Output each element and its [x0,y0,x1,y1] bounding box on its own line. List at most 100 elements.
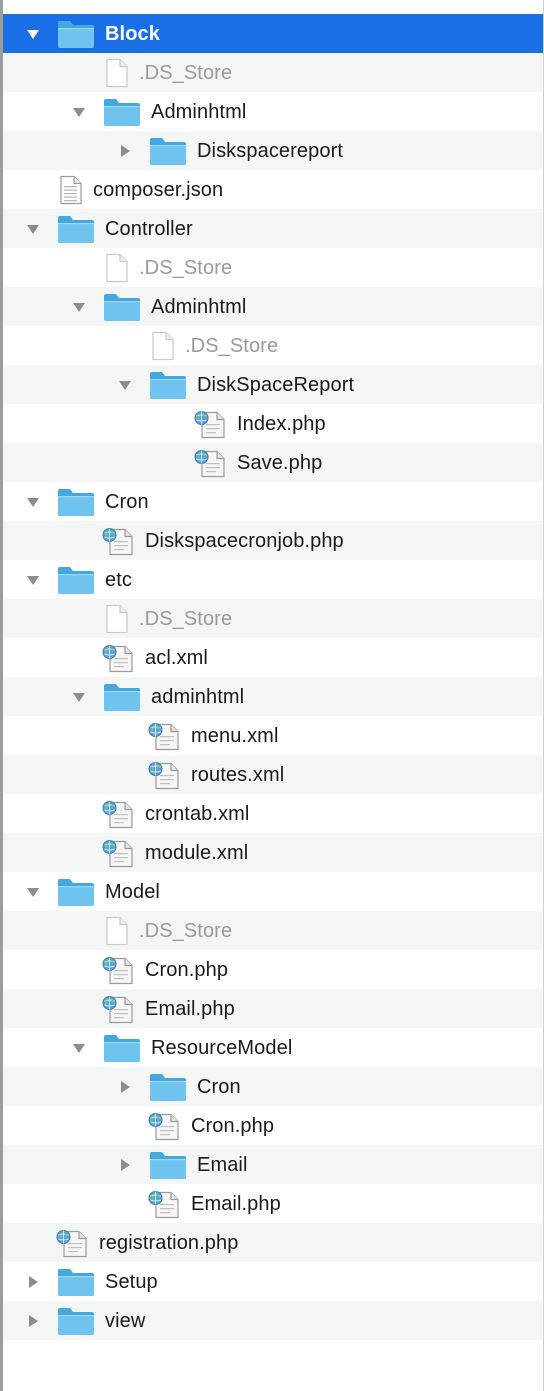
tree-row-file[interactable]: .DS_Store [3,911,543,950]
tree-row-folder[interactable]: Cron [3,1067,543,1106]
tree-row-folder[interactable]: Block [3,14,543,53]
disclosure-open-icon[interactable] [25,26,41,42]
disclosure-closed-icon[interactable] [25,1274,41,1290]
tree-row-file[interactable]: .DS_Store [3,326,543,365]
folder-icon [103,682,141,712]
tree-row-folder[interactable]: Adminhtml [3,287,543,326]
tree-row-folder[interactable]: etc [3,560,543,599]
disclosure-open-icon[interactable] [25,221,41,237]
folder-icon [149,1072,187,1102]
tree-row-folder[interactable]: Diskspacereport [3,131,543,170]
tree-row-file[interactable]: crontab.xml [3,794,543,833]
tree-row-label: Diskspacecronjob.php [145,529,344,552]
tree-row-label: crontab.xml [145,802,250,825]
file-tree-rows: Block .DS_Store Adminhtml Diskspacereport co… [3,14,543,1340]
script-document-icon [147,1189,181,1219]
tree-row-label: etc [105,568,132,591]
script-document-icon [193,409,227,439]
tree-row-folder[interactable]: ResourceModel [3,1028,543,1067]
folder-icon [103,292,141,322]
tree-row-folder[interactable]: adminhtml [3,677,543,716]
tree-row-folder[interactable]: Model [3,872,543,911]
tree-row-file[interactable]: module.xml [3,833,543,872]
script-document-icon [147,760,181,790]
disclosure-open-icon[interactable] [71,299,87,315]
tree-row-file[interactable]: registration.php [3,1223,543,1262]
tree-row-file[interactable]: Email.php [3,989,543,1028]
folder-icon [149,1150,187,1180]
tree-row-folder[interactable]: Setup [3,1262,543,1301]
tree-row-label: DiskSpaceReport [197,373,355,396]
tree-row-folder[interactable]: DiskSpaceReport [3,365,543,404]
tree-row-folder[interactable]: Email [3,1145,543,1184]
disclosure-open-icon[interactable] [71,689,87,705]
text-document-icon [59,175,83,205]
disclosure-closed-icon[interactable] [25,1313,41,1329]
blank-document-icon [105,58,129,88]
tree-row-file[interactable]: .DS_Store [3,248,543,287]
folder-icon [57,1267,95,1297]
tree-row-label: ResourceModel [151,1036,293,1059]
tree-row-file[interactable]: Cron.php [3,950,543,989]
tree-row-label: Controller [105,217,193,240]
tree-row-label: composer.json [93,178,224,201]
blank-document-icon [151,331,175,361]
script-document-icon [101,799,135,829]
tree-row-label: Cron.php [145,958,229,981]
tree-row-file[interactable]: Index.php [3,404,543,443]
tree-row-file[interactable]: .DS_Store [3,599,543,638]
tree-row-file[interactable]: .DS_Store [3,53,543,92]
disclosure-open-icon[interactable] [71,1040,87,1056]
tree-row-file[interactable]: routes.xml [3,755,543,794]
tree-row-label: Adminhtml [151,100,247,123]
tree-row-label: registration.php [99,1231,239,1254]
tree-row-label: Block [105,22,160,45]
tree-row-folder[interactable]: Controller [3,209,543,248]
tree-row-folder[interactable]: Cron [3,482,543,521]
disclosure-open-icon[interactable] [117,377,133,393]
tree-row-label: Diskspacereport [197,139,344,162]
folder-icon [57,877,95,907]
script-document-icon [101,526,135,556]
tree-row-file[interactable]: Email.php [3,1184,543,1223]
tree-row-file[interactable]: Save.php [3,443,543,482]
tree-row-label: view [105,1309,146,1332]
disclosure-open-icon[interactable] [25,884,41,900]
tree-row-file[interactable]: Diskspacecronjob.php [3,521,543,560]
tree-row-file[interactable]: acl.xml [3,638,543,677]
disclosure-open-icon[interactable] [71,104,87,120]
script-document-icon [101,643,135,673]
tree-row-folder[interactable]: Adminhtml [3,92,543,131]
disclosure-open-icon[interactable] [25,494,41,510]
tree-row-file[interactable]: composer.json [3,170,543,209]
disclosure-open-icon[interactable] [25,572,41,588]
disclosure-closed-icon[interactable] [117,1157,133,1173]
tree-row-label: .DS_Store [139,61,233,84]
tree-row-file[interactable]: menu.xml [3,716,543,755]
tree-row-label: .DS_Store [185,334,279,357]
tree-row-label: Email.php [145,997,235,1020]
tree-row-label: Setup [105,1270,158,1293]
disclosure-closed-icon[interactable] [117,143,133,159]
disclosure-closed-icon[interactable] [117,1079,133,1095]
blank-document-icon [105,604,129,634]
file-tree: Block .DS_Store Adminhtml Diskspacereport co… [0,0,544,1391]
tree-row-label: adminhtml [151,685,245,708]
blank-document-icon [105,916,129,946]
tree-row-file[interactable]: Cron.php [3,1106,543,1145]
tree-row-folder[interactable]: view [3,1301,543,1340]
folder-icon [103,97,141,127]
tree-row-label: Email [197,1153,248,1176]
tree-row-label: Cron [105,490,149,513]
